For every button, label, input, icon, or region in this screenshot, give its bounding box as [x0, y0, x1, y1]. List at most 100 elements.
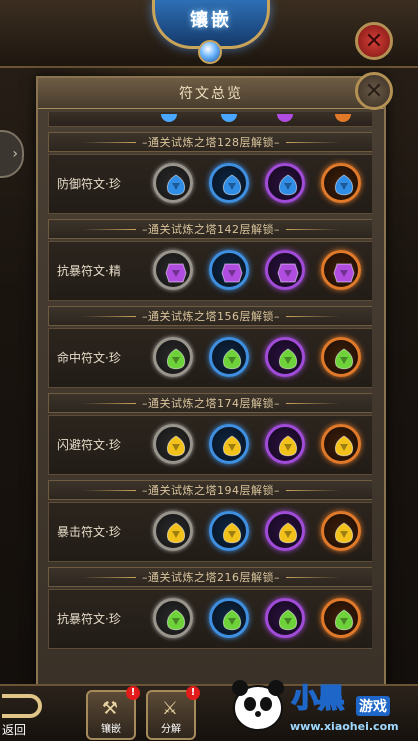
rune-gem-icon — [222, 348, 242, 370]
gem-icon — [277, 114, 293, 122]
rune-gem-icon — [222, 435, 242, 457]
rune-gem-icon — [334, 609, 354, 631]
close-icon: ✕ — [364, 28, 384, 54]
rune-gem-icon — [166, 609, 186, 631]
unlock-header: –通关试炼之塔156层解锁– — [48, 306, 372, 326]
gem-icon — [335, 114, 351, 122]
close-window-button[interactable]: ✕ — [355, 22, 393, 60]
rune-row: 抗暴符文·精 — [48, 241, 372, 301]
gem-icon — [221, 114, 237, 122]
rune-gem-icon — [222, 174, 242, 196]
rune-slot-orange[interactable] — [321, 511, 361, 551]
divider-ornament — [286, 228, 340, 230]
tab-inlay[interactable]: ⚒ 镶嵌 ! — [86, 686, 140, 740]
divider-ornament — [286, 489, 340, 491]
unlock-condition: –通关试炼之塔156层解锁– — [142, 310, 280, 323]
rune-slot-purple[interactable] — [265, 598, 305, 638]
rune-gem-icon — [334, 522, 354, 544]
divider-ornament — [82, 402, 136, 404]
unlock-condition: –通关试炼之塔216层解锁– — [142, 571, 280, 584]
rune-slot-orange[interactable] — [321, 598, 361, 638]
rune-slot-blue[interactable] — [209, 598, 249, 638]
divider-ornament — [82, 489, 136, 491]
rune-list[interactable]: –通关试炼之塔128层解锁– 防御符文·珍 –通关试炼之塔142层解锁– 抗暴符文·精… — [48, 112, 372, 680]
rune-slot-orange[interactable] — [321, 163, 361, 203]
rune-section: –通关试炼之塔194层解锁– 暴击符文·珍 — [48, 480, 372, 566]
rune-slot-orange[interactable] — [321, 337, 361, 377]
close-panel-button[interactable]: ✕ — [355, 72, 393, 110]
panel-header: 符文总览 — [38, 78, 384, 109]
tab-label: 镶嵌 — [101, 724, 121, 735]
rune-gem-icon — [165, 263, 187, 283]
rune-overview-panel: 符文总览 –通关试炼之塔128层解锁– 防御符文·珍 –通关试炼之塔142层解锁– 抗… — [36, 76, 386, 686]
hammer-icon: ⚒ — [101, 698, 119, 719]
rune-slot-orange[interactable] — [321, 424, 361, 464]
rune-slot-blue[interactable] — [209, 424, 249, 464]
unlock-condition: –通关试炼之塔194层解锁– — [142, 484, 280, 497]
rune-gem-icon — [221, 263, 243, 283]
rune-slot-orange[interactable] — [321, 250, 361, 290]
rune-name: 抗暴符文·精 — [57, 264, 121, 278]
unlock-condition: –通关试炼之塔142层解锁– — [142, 223, 280, 236]
watermark-text: 小黑 — [291, 683, 345, 715]
rune-section: –通关试炼之塔128层解锁– 防御符文·珍 — [48, 132, 372, 218]
rune-slot-blue[interactable] — [209, 250, 249, 290]
rune-slot-purple[interactable] — [265, 511, 305, 551]
rune-slot-blue[interactable] — [209, 337, 249, 377]
unlock-header: –通关试炼之塔128层解锁– — [48, 132, 372, 152]
close-icon: ✕ — [364, 78, 384, 104]
rune-slot-blue[interactable] — [209, 511, 249, 551]
watermark-logo: 小黑 游戏 www.xiaohei.com — [228, 668, 416, 738]
rune-row: 闪避符文·珍 — [48, 415, 372, 475]
rune-slot-gray[interactable] — [153, 250, 193, 290]
page-title: 镶嵌 — [190, 10, 232, 31]
rune-slot-blue[interactable] — [209, 163, 249, 203]
rune-slot-gray[interactable] — [153, 163, 193, 203]
rune-name: 暴击符文·珍 — [57, 525, 121, 539]
rune-section: –通关试炼之塔156层解锁– 命中符文·珍 — [48, 306, 372, 392]
rune-gem-icon — [222, 522, 242, 544]
rune-slot-purple[interactable] — [265, 163, 305, 203]
divider-ornament — [82, 315, 136, 317]
rune-slot-gray[interactable] — [153, 511, 193, 551]
rune-gem-icon — [333, 263, 355, 283]
watermark-game: 游戏 — [356, 696, 390, 716]
rune-row: 防御符文·珍 — [48, 154, 372, 214]
back-button[interactable]: 返回 — [0, 688, 46, 737]
divider-ornament — [286, 402, 340, 404]
back-label: 返回 — [2, 723, 27, 737]
rune-gem-icon — [334, 435, 354, 457]
rune-gem-icon — [222, 609, 242, 631]
panda-icon — [232, 680, 284, 731]
unlock-header: –通关试炼之塔194层解锁– — [48, 480, 372, 500]
rune-gem-icon — [166, 348, 186, 370]
rune-name: 命中符文·珍 — [57, 351, 121, 365]
title-gem-icon — [198, 40, 222, 64]
rune-row: 暴击符文·珍 — [48, 502, 372, 562]
alert-badge: ! — [186, 686, 200, 700]
rune-name: 闪避符文·珍 — [57, 438, 121, 452]
rune-gem-icon — [277, 263, 299, 283]
rune-gem-icon — [166, 435, 186, 457]
rune-gem-icon — [166, 522, 186, 544]
rune-gem-icon — [278, 609, 298, 631]
rune-gem-icon — [278, 348, 298, 370]
rune-slot-purple[interactable] — [265, 250, 305, 290]
rune-slot-gray[interactable] — [153, 424, 193, 464]
decompose-icon: ⚔ — [161, 698, 179, 719]
rune-name: 防御符文·珍 — [57, 177, 121, 191]
tab-decompose[interactable]: ⚔ 分解 ! — [146, 686, 200, 740]
divider-ornament — [286, 141, 340, 143]
unlock-condition: –通关试炼之塔128层解锁– — [142, 136, 280, 149]
rune-section: –通关试炼之塔142层解锁– 抗暴符文·精 — [48, 219, 372, 305]
alert-badge: ! — [126, 686, 140, 700]
unlock-header: –通关试炼之塔174层解锁– — [48, 393, 372, 413]
rune-slot-purple[interactable] — [265, 337, 305, 377]
unlock-condition: –通关试炼之塔174层解锁– — [142, 397, 280, 410]
rune-slot-gray[interactable] — [153, 337, 193, 377]
rune-gem-icon — [278, 435, 298, 457]
unlock-header: –通关试炼之塔142层解锁– — [48, 219, 372, 239]
rune-slot-purple[interactable] — [265, 424, 305, 464]
panel-title: 符文总览 — [179, 86, 243, 102]
rune-slot-gray[interactable] — [153, 598, 193, 638]
